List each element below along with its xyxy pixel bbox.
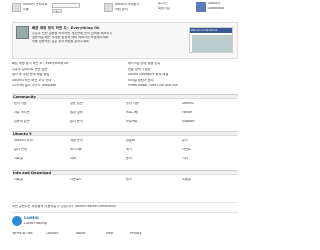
board-link[interactable]: 질문 답변 [70, 102, 122, 111]
top-left-label-1[interactable]: Ubuntu 관리자로 [23, 3, 51, 7]
top-bar: Ubuntu 관리자로 도움 ▸ Ubuntu 국내공식 포럼 공식 로그인 회… [0, 0, 250, 22]
board-column: 공지 사항 자유 게시판 질문과 답변 [14, 102, 66, 129]
recent-list-right: 데스크탑 환경 설정 공유 한글 입력기 설정 Sound Configure … [128, 62, 238, 90]
board-link[interactable]: 한글화 [126, 139, 178, 148]
board-link[interactable]: Ubuntu [182, 102, 236, 111]
section-board-grid: Ubuntu 소개 설치 안내 자료실 개발 문서 데스크톱 서버 한글화 위키… [12, 136, 238, 168]
site-logo[interactable] [12, 3, 21, 12]
board-link[interactable]: 뉴스 [182, 139, 236, 148]
search-input[interactable] [52, 3, 80, 8]
ubuntu-logo[interactable] [104, 3, 113, 12]
ubuntu-external-icon[interactable] [196, 2, 206, 12]
search-button[interactable]: ▸ [52, 9, 62, 13]
search-area: ▸ [52, 3, 80, 13]
board-link[interactable]: 공지 사항 [14, 102, 66, 111]
list-item[interactable]: 드라이버 설치 가이드 Template [12, 84, 122, 90]
facebook-widget[interactable]: Ubuntu on Facebook [189, 27, 233, 53]
footer-link[interactable]: Help [106, 232, 126, 236]
footer: 모든 콘텐츠는 자유롭게 이용하실 수 있습니다. Ubuntu Korea C… [12, 202, 238, 248]
board-link[interactable]: 이벤트 [182, 148, 236, 157]
top-right-label-1[interactable]: Ubuntu 국내공식 [115, 3, 143, 7]
board-link[interactable]: Ubuntu 소개 [14, 139, 66, 148]
list-item[interactable]: Photo editor, Free Line and Use [128, 84, 238, 90]
banner-image [16, 26, 29, 39]
ext-title[interactable]: Ubuntu [208, 2, 234, 6]
board-link[interactable]: 설치 안내 [14, 148, 66, 157]
board-link[interactable]: 서버 [70, 157, 122, 166]
board-link[interactable]: Forum [182, 111, 236, 120]
luelio-logo-icon[interactable] [12, 216, 22, 226]
board-link[interactable]: 자유 게시판 [14, 111, 66, 120]
board-column: 공지 사항 프로그램 프로젝트 [126, 102, 178, 129]
board-link[interactable]: 위키 [126, 148, 178, 157]
board-link[interactable]: 데스크톱 [70, 148, 122, 157]
footer-divider [12, 212, 238, 213]
board-link[interactable]: 문서 [126, 157, 178, 166]
board-column: 개발 문서 데스크톱 서버 [70, 139, 122, 166]
board-link[interactable]: 개발 문서 [70, 139, 122, 148]
top-right-label-2[interactable]: 포럼 공식 [115, 8, 143, 12]
footer-link[interactable]: Terms of Use [12, 232, 42, 236]
board-column: 질문 답변 팁과 강좌 설치 문의 [70, 102, 122, 129]
facebook-widget-image [192, 35, 232, 52]
section-board-grid: 공지 사항 자유 게시판 질문과 답변 질문 답변 팁과 강좌 설치 문의 공지… [12, 99, 238, 131]
footer-brand[interactable]: Luelio [24, 216, 84, 221]
facebook-widget-title: Ubuntu on Facebook [190, 28, 232, 33]
banner-line-3: 처음 방문하신 분은 공지사항을 읽어주세요. [32, 40, 90, 43]
board-link[interactable]: 링크 [126, 178, 178, 182]
top-left-label-2[interactable]: 도움 [23, 8, 51, 12]
board-link[interactable]: 팁과 강좌 [70, 111, 122, 120]
welcome-banner: 빠른 채팅 맞이 하면 도-, Everything Ok 우분투 관련 질문을… [12, 22, 238, 59]
board-link[interactable]: 질문과 답변 [14, 120, 66, 129]
footer-link[interactable]: About [76, 232, 102, 236]
footer-divider [12, 202, 238, 203]
board-column: 한글화 위키 문서 [126, 139, 178, 166]
board-link[interactable]: 자료실 [14, 157, 66, 166]
board-link[interactable]: 공지 사항 [126, 102, 178, 111]
board-link[interactable]: 다운로드 [70, 178, 122, 182]
footer-link[interactable]: Privacy [130, 232, 156, 236]
board-link[interactable]: 도움말 [182, 178, 236, 182]
board-column: Ubuntu 소개 설치 안내 자료실 [14, 139, 66, 166]
footer-link[interactable]: Contact [46, 232, 72, 236]
board-column: 뉴스 이벤트 기타 [182, 139, 236, 166]
board-link[interactable]: 자료실 [14, 178, 66, 182]
banner-title: 빠른 채팅 맞이 하면 도-, Everything Ok [32, 26, 100, 30]
board-link[interactable]: 기타 [182, 157, 236, 166]
recent-posts: 빠른 채팅 맞이 하면 도-, Everything Ok 우분투 업데이트 관… [12, 62, 238, 92]
signup-link[interactable]: 회원가입 [158, 7, 184, 11]
board-link[interactable]: 프로젝트 [126, 120, 178, 129]
recent-list-left: 빠른 채팅 맞이 하면 도-, Everything Ok 우분투 업데이트 관… [12, 62, 122, 90]
login-link[interactable]: 로그인 [158, 2, 184, 6]
board-link[interactable]: Support [182, 120, 236, 129]
section-board-grid: 자료실 다운로드 링크 도움말 [12, 175, 238, 193]
board-link[interactable]: 설치 문의 [70, 120, 122, 129]
section-info-download: Info and Download 자료실 다운로드 링크 도움말 [12, 170, 238, 193]
board-column: Ubuntu Forum Support [182, 102, 236, 129]
board-link[interactable]: 프로그램 [126, 111, 178, 120]
footer-notice: 모든 콘텐츠는 자유롭게 이용하실 수 있습니다. Ubuntu Korea C… [12, 204, 116, 208]
footer-links: Terms of Use Contact About Help Privacy [12, 232, 238, 238]
ext-subtitle[interactable]: Download [208, 7, 234, 11]
section-community: Community 공지 사항 자유 게시판 질문과 답변 질문 답변 팁과 강… [12, 94, 238, 131]
footer-brand-sub: Luelio Hosting [24, 222, 47, 225]
section-ubuntu: Ubuntu 9 Ubuntu 소개 설치 안내 자료실 개발 문서 데스크톱 … [12, 131, 238, 168]
